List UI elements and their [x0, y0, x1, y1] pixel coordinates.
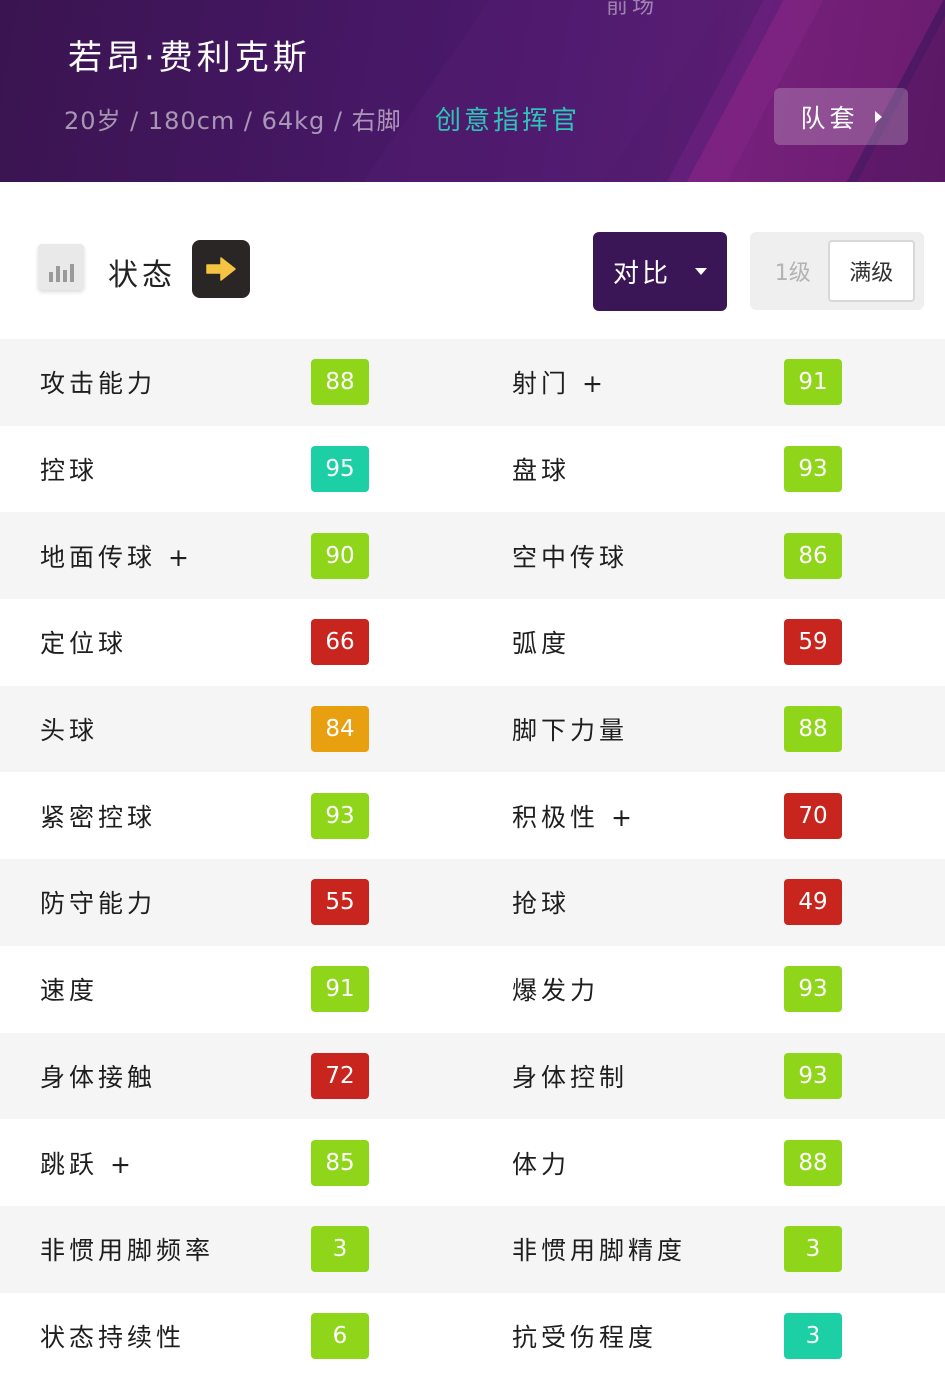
stat-value-badge: 93 — [784, 446, 842, 493]
stat-label: 速度 — [40, 976, 99, 1006]
stat-value-badge: 88 — [784, 706, 842, 753]
stat-value-badge: 91 — [311, 966, 369, 1013]
level-toggle: 1级 满级 — [750, 232, 924, 310]
stat-value-badge: 84 — [311, 706, 369, 753]
stat-label: 盘球 — [512, 456, 571, 486]
arrow-right-icon — [206, 257, 236, 281]
stat-value-badge: 86 — [784, 532, 842, 579]
player-meta: 20岁 / 180cm / 64kg / 右脚 — [64, 107, 402, 135]
header-decor — [307, 0, 773, 182]
stat-value-badge: 3 — [311, 1226, 369, 1273]
caret-right-icon — [874, 110, 882, 123]
stat-value-badge: 3 — [784, 1312, 842, 1359]
stat-row: 控球 95 盘球 93 — [0, 426, 945, 513]
stat-label: 控球 — [40, 456, 99, 486]
status-chart-icon — [38, 244, 84, 290]
stat-row: 头球 84 脚下力量 88 — [0, 685, 945, 773]
stat-label: 脚下力量 — [512, 716, 629, 746]
stat-value-badge: 95 — [311, 446, 369, 493]
stat-value-badge: 91 — [784, 359, 842, 406]
stat-value-badge: 85 — [311, 1139, 369, 1186]
level-option-1[interactable]: 1级 — [758, 240, 828, 302]
stat-label: 身体控制 — [512, 1062, 629, 1092]
stat-row: 定位球 66 弧度 59 — [0, 599, 945, 686]
stat-row: 攻击能力 88 射门 + 91 — [0, 339, 945, 426]
stat-label: 空中传球 — [512, 542, 629, 572]
stat-value-badge: 3 — [784, 1226, 842, 1273]
stat-label: 爆发力 — [512, 976, 600, 1006]
stat-label: 弧度 — [512, 629, 571, 659]
stat-row: 身体接触 72 身体控制 93 — [0, 1032, 945, 1120]
stat-label: 跳跃 + — [40, 1149, 135, 1179]
stat-value-badge: 90 — [311, 532, 369, 579]
stat-row: 状态持续性 6 抗受伤程度 3 — [0, 1293, 945, 1380]
compare-dropdown[interactable]: 对比 — [593, 232, 727, 311]
chevron-down-icon — [695, 268, 707, 275]
stat-label: 身体接触 — [40, 1062, 157, 1092]
stat-value-badge: 49 — [784, 879, 842, 926]
position-hint: 前场 — [606, 0, 659, 19]
stat-label: 防守能力 — [40, 889, 157, 919]
stat-row: 非惯用脚频率 3 非惯用脚精度 3 — [0, 1205, 945, 1293]
stat-label: 地面传球 + — [40, 542, 193, 572]
compare-label: 对比 — [612, 259, 671, 289]
stat-value-badge: 72 — [311, 1052, 369, 1099]
stat-label: 头球 — [40, 716, 99, 746]
player-role: 创意指挥官 — [435, 106, 581, 136]
squad-button-label: 队套 — [800, 103, 859, 133]
stat-label: 抗受伤程度 — [512, 1322, 658, 1352]
status-label: 状态 — [108, 258, 176, 293]
stat-label: 攻击能力 — [40, 369, 157, 399]
stat-value-badge: 70 — [784, 792, 842, 839]
stat-label: 抢球 — [512, 889, 571, 919]
stat-label: 状态持续性 — [40, 1322, 186, 1352]
stat-label: 非惯用脚精度 — [512, 1236, 687, 1266]
stat-value-badge: 88 — [311, 359, 369, 406]
stat-value-badge: 93 — [311, 792, 369, 839]
level-option-max[interactable]: 满级 — [827, 240, 915, 302]
stat-label: 定位球 — [40, 629, 128, 659]
stat-value-badge: 59 — [784, 619, 842, 666]
stat-value-badge: 55 — [311, 879, 369, 926]
player-header: 前场 若昂·费利克斯 20岁 / 180cm / 64kg / 右脚 创意指挥官… — [0, 0, 945, 182]
stat-row: 防守能力 55 抢球 49 — [0, 859, 945, 946]
stat-row: 紧密控球 93 积极性 + 70 — [0, 772, 945, 859]
stat-value-badge: 93 — [784, 1052, 842, 1099]
stat-value-badge: 88 — [784, 1139, 842, 1186]
player-name: 若昂·费利克斯 — [68, 38, 311, 78]
stat-value-badge: 6 — [311, 1312, 369, 1359]
stat-row: 速度 91 爆发力 93 — [0, 946, 945, 1033]
stat-label: 体力 — [512, 1149, 571, 1179]
stat-value-badge: 66 — [311, 619, 369, 666]
status-arrow-button[interactable] — [192, 240, 250, 298]
stat-value-badge: 93 — [784, 966, 842, 1013]
stat-row: 跳跃 + 85 体力 88 — [0, 1119, 945, 1206]
stat-label: 射门 + — [512, 369, 607, 399]
stats-table: 攻击能力 88 射门 + 91 控球 95 盘球 93 地面传球 + 90 空中传球 86 定位球 66 弧… — [0, 339, 945, 1379]
stat-label: 积极性 + — [512, 802, 636, 832]
squad-button[interactable]: 队套 — [774, 88, 908, 145]
stat-row: 地面传球 + 90 空中传球 86 — [0, 512, 945, 600]
stat-label: 非惯用脚频率 — [40, 1236, 215, 1266]
stat-label: 紧密控球 — [40, 802, 157, 832]
